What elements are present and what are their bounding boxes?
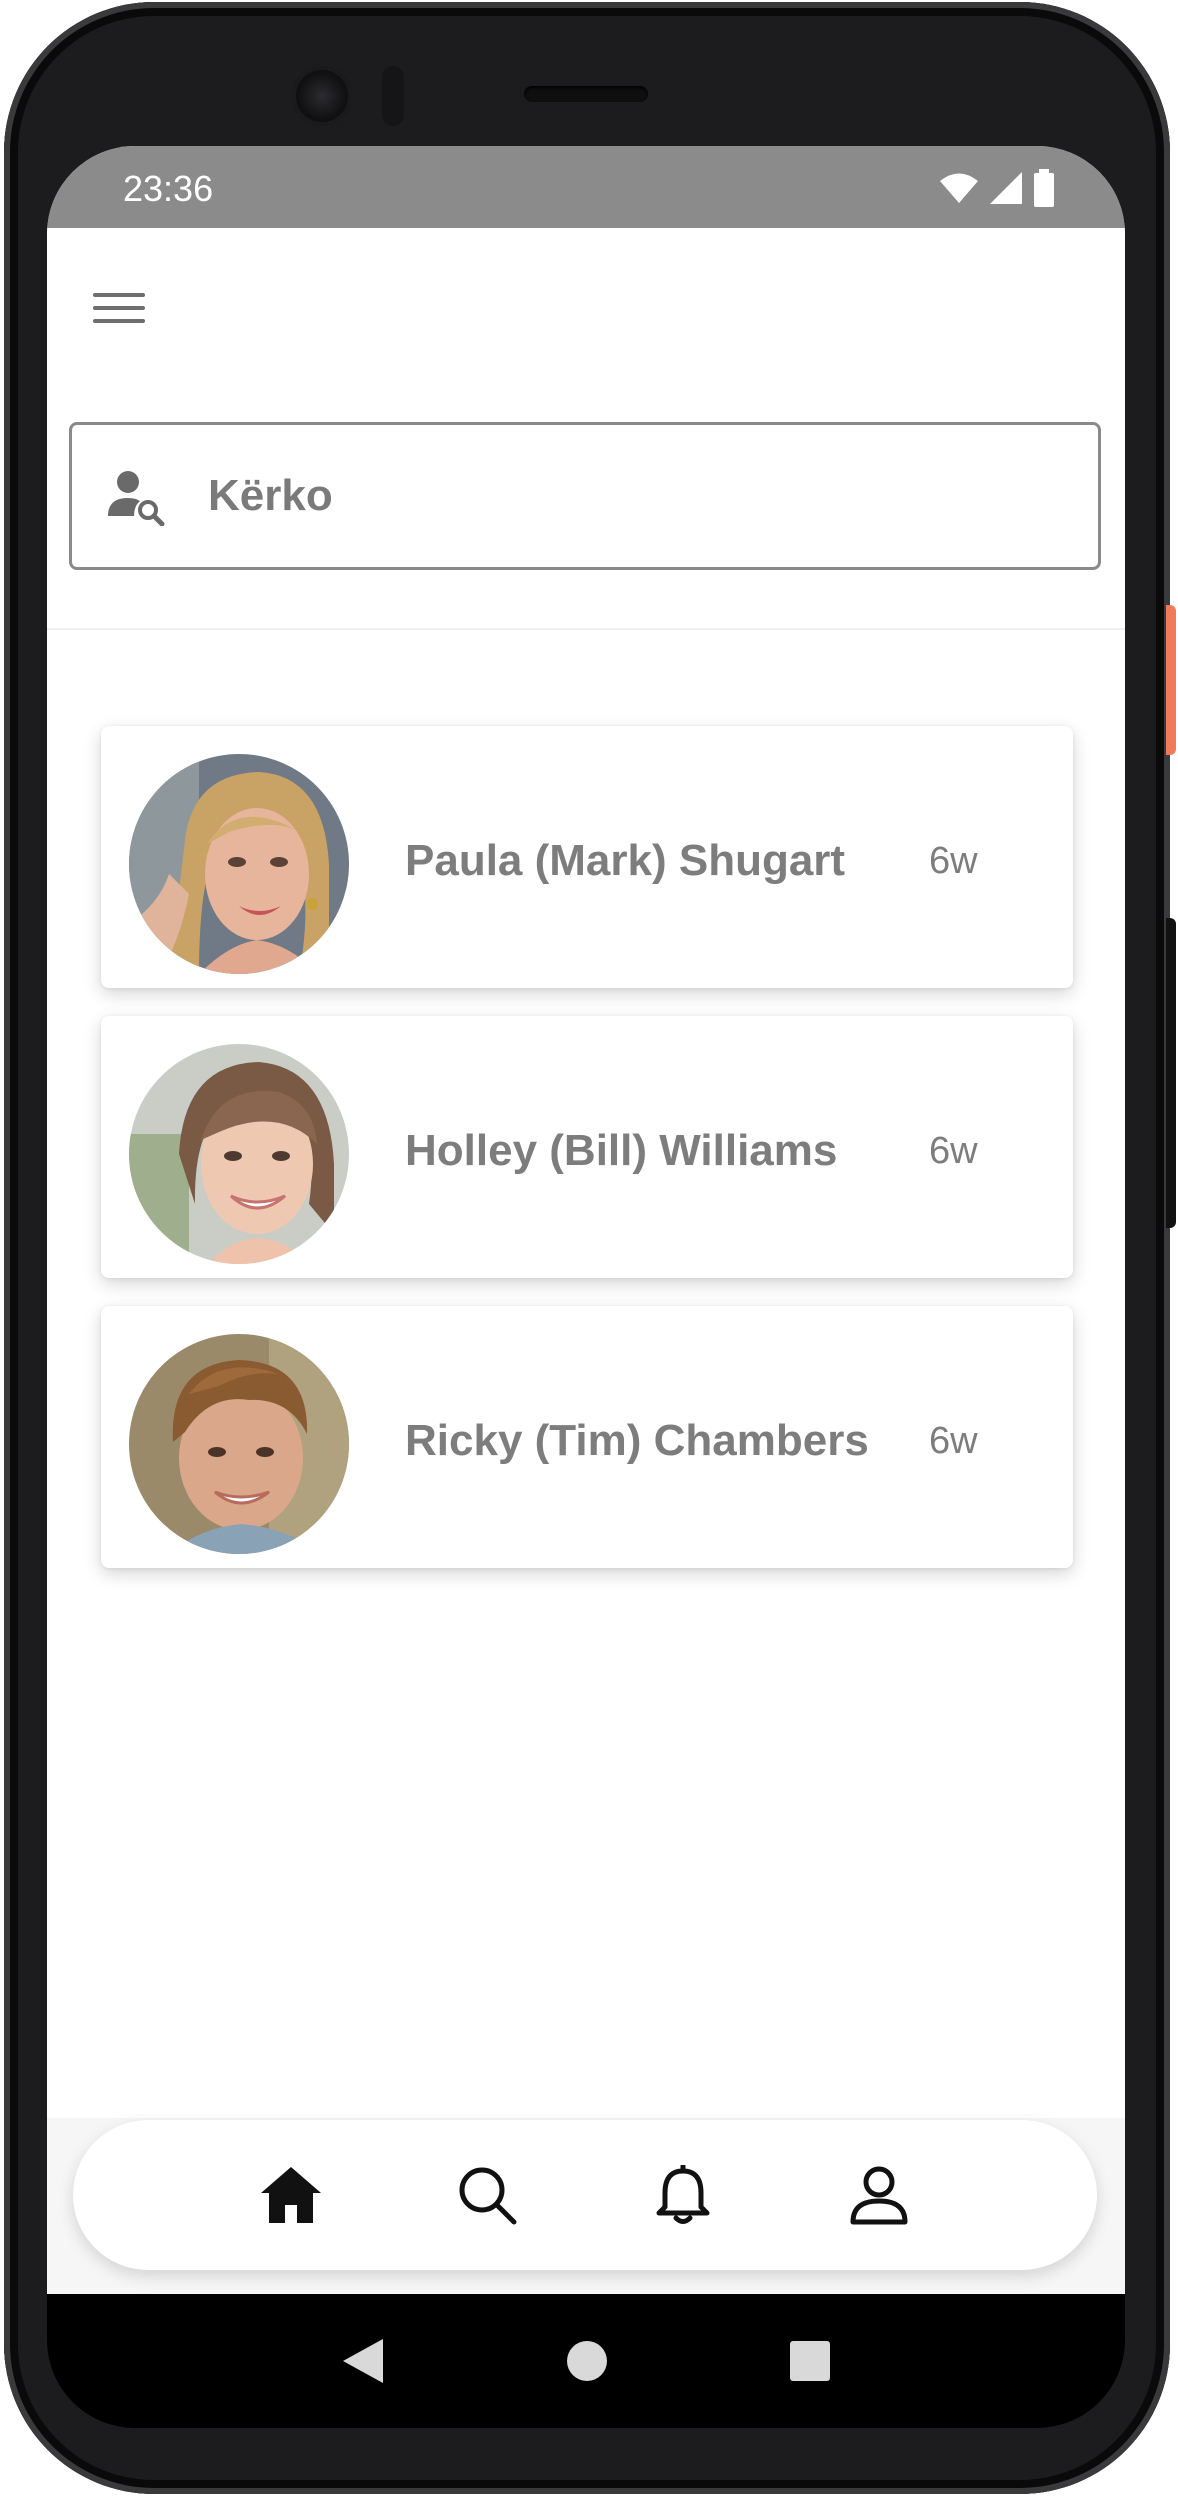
person-icon xyxy=(850,2166,908,2225)
system-back-button[interactable] xyxy=(341,2337,385,2385)
contact-name: Ricky (Tim) Chambers xyxy=(405,1416,869,1465)
bottom-nav-area xyxy=(47,2118,1125,2294)
back-icon xyxy=(343,2339,383,2383)
front-camera xyxy=(296,70,348,122)
volume-button xyxy=(1166,918,1176,1228)
screen: 23:36 Kërko Paula (Mark) Shugart 6w Holl… xyxy=(47,146,1125,2294)
avatar xyxy=(129,1044,349,1264)
nav-profile[interactable] xyxy=(839,2155,919,2235)
status-time: 23:36 xyxy=(123,168,214,209)
nav-search[interactable] xyxy=(447,2155,527,2235)
home-icon xyxy=(261,2167,321,2223)
list-item[interactable]: Ricky (Tim) Chambers 6w xyxy=(101,1306,1073,1568)
hamburger-menu-icon[interactable] xyxy=(93,278,153,338)
home-circle-icon xyxy=(567,2341,607,2381)
wifi-icon xyxy=(940,173,978,203)
proximity-sensor xyxy=(382,66,404,126)
person-search-icon xyxy=(108,471,165,526)
search-field[interactable] xyxy=(69,422,1101,570)
contact-time: 6w xyxy=(929,840,978,882)
search-input[interactable] xyxy=(206,470,1010,522)
status-icons xyxy=(939,169,1055,207)
system-recents-button[interactable] xyxy=(789,2340,831,2382)
bottom-nav xyxy=(73,2120,1097,2270)
status-bar: 23:36 xyxy=(47,146,1125,228)
contact-list: Paula (Mark) Shugart 6w Holley (Bill) Wi… xyxy=(101,726,1073,1596)
system-home-button[interactable] xyxy=(565,2339,609,2383)
contact-name: Holley (Bill) Williams xyxy=(405,1126,838,1175)
nav-notifications[interactable] xyxy=(643,2155,723,2235)
system-nav-bar xyxy=(47,2294,1125,2428)
list-item[interactable]: Holley (Bill) Williams 6w xyxy=(101,1016,1073,1278)
contact-name: Paula (Mark) Shugart xyxy=(405,836,846,885)
battery-icon xyxy=(1034,169,1054,207)
contact-time: 6w xyxy=(929,1420,978,1462)
search-icon xyxy=(459,2167,517,2225)
avatar xyxy=(129,1334,349,1554)
avatar xyxy=(129,754,349,974)
bell-icon xyxy=(656,2165,710,2224)
earpiece-speaker xyxy=(524,86,648,102)
contact-time: 6w xyxy=(929,1130,978,1172)
cell-signal-icon xyxy=(990,172,1022,204)
list-item[interactable]: Paula (Mark) Shugart 6w xyxy=(101,726,1073,988)
nav-home[interactable] xyxy=(251,2155,331,2235)
recents-icon xyxy=(790,2341,830,2381)
power-button xyxy=(1166,605,1176,755)
